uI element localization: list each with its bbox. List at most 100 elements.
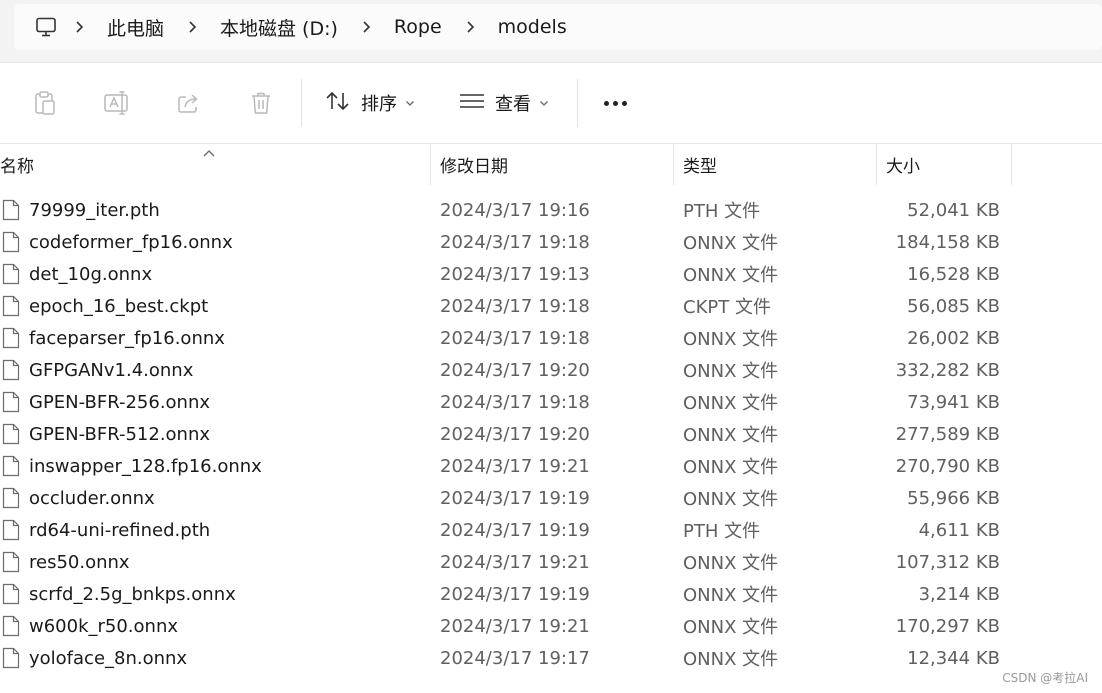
file-icon xyxy=(2,551,20,573)
file-type: ONNX 文件 xyxy=(683,553,779,574)
view-label: 查看 xyxy=(495,94,531,115)
file-modified-date: 2024/3/17 19:18 xyxy=(440,327,590,349)
file-row[interactable]: det_10g.onnx 2024/3/17 19:13 ONNX 文件 16,528… xyxy=(0,258,1102,290)
file-modified-date: 2024/3/17 19:17 xyxy=(440,647,590,669)
rename-icon[interactable] xyxy=(99,85,135,121)
file-icon xyxy=(2,231,20,253)
file-modified-date: 2024/3/17 19:16 xyxy=(440,199,590,221)
file-row[interactable]: inswapper_128.fp16.onnx 2024/3/17 19:21 ON… xyxy=(0,450,1102,482)
sort-icon xyxy=(325,90,351,117)
file-name: GFPGANv1.4.onnx xyxy=(29,359,194,381)
file-row[interactable]: GPEN-BFR-512.onnx 2024/3/17 19:20 ONNX 文件 2… xyxy=(0,418,1102,450)
file-row[interactable]: yoloface_8n.onnx 2024/3/17 19:17 ONNX 文件 12… xyxy=(0,642,1102,674)
breadcrumb-this-pc[interactable]: 此电脑 xyxy=(99,14,172,41)
file-row[interactable]: occluder.onnx 2024/3/17 19:19 ONNX 文件 55,96… xyxy=(0,482,1102,514)
breadcrumb-chevron-icon[interactable] xyxy=(61,20,97,34)
column-header-date-label: 修改日期 xyxy=(440,157,508,177)
file-type: ONNX 文件 xyxy=(683,489,779,510)
column-header-type-label: 类型 xyxy=(683,157,717,177)
file-size: 184,158 KB xyxy=(895,231,1000,253)
breadcrumb-rope[interactable]: Rope xyxy=(386,16,450,38)
file-type: PTH 文件 xyxy=(683,521,761,542)
file-size: 12,344 KB xyxy=(907,647,1000,669)
column-header-date[interactable]: 修改日期 xyxy=(440,144,672,185)
sort-label: 排序 xyxy=(361,94,397,115)
file-icon xyxy=(2,455,20,477)
file-modified-date: 2024/3/17 19:21 xyxy=(440,455,590,477)
delete-icon[interactable] xyxy=(243,85,279,121)
file-list: 79999_iter.pth 2024/3/17 19:16 PTH 文件 52,04… xyxy=(0,194,1102,674)
column-resize-handle[interactable] xyxy=(430,144,431,185)
file-row[interactable]: 79999_iter.pth 2024/3/17 19:16 PTH 文件 52,04… xyxy=(0,194,1102,226)
file-size: 55,966 KB xyxy=(907,487,1000,509)
file-icon xyxy=(2,519,20,541)
more-options-icon[interactable] xyxy=(598,85,632,121)
file-row[interactable]: GFPGANv1.4.onnx 2024/3/17 19:20 ONNX 文件 332… xyxy=(0,354,1102,386)
file-modified-date: 2024/3/17 19:21 xyxy=(440,615,590,637)
file-name: rd64-uni-refined.pth xyxy=(29,519,211,541)
column-header-size[interactable]: 大小 xyxy=(886,144,1011,185)
file-name: 79999_iter.pth xyxy=(29,199,160,221)
file-name: w600k_r50.onnx xyxy=(29,615,179,637)
file-icon xyxy=(2,647,20,669)
breadcrumb-chevron-icon[interactable] xyxy=(452,20,488,34)
breadcrumb-models[interactable]: models xyxy=(490,16,575,38)
file-size: 332,282 KB xyxy=(895,359,1000,381)
column-header-name[interactable]: 名称 xyxy=(0,144,430,185)
column-header-size-label: 大小 xyxy=(886,157,920,177)
file-name: det_10g.onnx xyxy=(29,263,153,285)
file-row[interactable]: faceparser_fp16.onnx 2024/3/17 19:18 ONNX … xyxy=(0,322,1102,354)
file-size: 16,528 KB xyxy=(907,263,1000,285)
file-type: ONNX 文件 xyxy=(683,585,779,606)
file-size: 52,041 KB xyxy=(907,199,1000,221)
file-size: 73,941 KB xyxy=(907,391,1000,413)
file-row[interactable]: epoch_16_best.ckpt 2024/3/17 19:18 CKPT 文件… xyxy=(0,290,1102,322)
toolbar-divider xyxy=(301,79,302,127)
file-row[interactable]: rd64-uni-refined.pth 2024/3/17 19:19 PTH 文… xyxy=(0,514,1102,546)
view-button[interactable]: 查看 xyxy=(459,85,549,121)
file-icon xyxy=(2,423,20,445)
file-row[interactable]: codeformer_fp16.onnx 2024/3/17 19:18 ONNX … xyxy=(0,226,1102,258)
file-row[interactable]: res50.onnx 2024/3/17 19:21 ONNX 文件 107,312 … xyxy=(0,546,1102,578)
column-resize-handle[interactable] xyxy=(876,144,877,185)
file-name: scrfd_2.5g_bnkps.onnx xyxy=(29,583,236,605)
paste-icon[interactable] xyxy=(27,85,63,121)
file-name: codeformer_fp16.onnx xyxy=(29,231,233,253)
file-modified-date: 2024/3/17 19:19 xyxy=(440,487,590,509)
file-modified-date: 2024/3/17 19:19 xyxy=(440,583,590,605)
file-name: yoloface_8n.onnx xyxy=(29,647,188,669)
this-pc-icon[interactable] xyxy=(33,14,59,40)
file-type: ONNX 文件 xyxy=(683,617,779,638)
column-resize-handle[interactable] xyxy=(673,144,674,185)
file-size: 277,589 KB xyxy=(895,423,1000,445)
file-row[interactable]: scrfd_2.5g_bnkps.onnx 2024/3/17 19:19 ONNX… xyxy=(0,578,1102,610)
sort-button[interactable]: 排序 xyxy=(325,85,415,121)
file-size: 270,790 KB xyxy=(895,455,1000,477)
file-size: 107,312 KB xyxy=(895,551,1000,573)
address-bar: 此电脑 本地磁盘 (D:) Rope models xyxy=(0,0,1102,63)
share-icon[interactable] xyxy=(171,85,207,121)
column-resize-handle[interactable] xyxy=(1011,144,1012,185)
file-row[interactable]: w600k_r50.onnx 2024/3/17 19:21 ONNX 文件 170,… xyxy=(0,610,1102,642)
file-type: CKPT 文件 xyxy=(683,297,771,318)
column-header-type[interactable]: 类型 xyxy=(683,144,875,185)
breadcrumb-drive-d[interactable]: 本地磁盘 (D:) xyxy=(212,14,346,41)
view-list-icon xyxy=(459,91,485,116)
toolbar-divider xyxy=(577,79,578,127)
file-type: ONNX 文件 xyxy=(683,329,779,350)
breadcrumb-chevron-icon[interactable] xyxy=(348,20,384,34)
breadcrumb-chevron-icon[interactable] xyxy=(174,20,210,34)
file-modified-date: 2024/3/17 19:20 xyxy=(440,423,590,445)
file-name: epoch_16_best.ckpt xyxy=(29,295,209,317)
file-icon xyxy=(2,391,20,413)
file-modified-date: 2024/3/17 19:18 xyxy=(440,295,590,317)
file-icon xyxy=(2,295,20,317)
file-name: GPEN-BFR-512.onnx xyxy=(29,423,211,445)
file-row[interactable]: GPEN-BFR-256.onnx 2024/3/17 19:18 ONNX 文件 7… xyxy=(0,386,1102,418)
file-modified-date: 2024/3/17 19:21 xyxy=(440,551,590,573)
breadcrumb[interactable]: 此电脑 本地磁盘 (D:) Rope models xyxy=(14,4,1102,50)
file-type: ONNX 文件 xyxy=(683,233,779,254)
file-name: GPEN-BFR-256.onnx xyxy=(29,391,211,413)
file-type: PTH 文件 xyxy=(683,201,761,222)
file-type: ONNX 文件 xyxy=(683,361,779,382)
